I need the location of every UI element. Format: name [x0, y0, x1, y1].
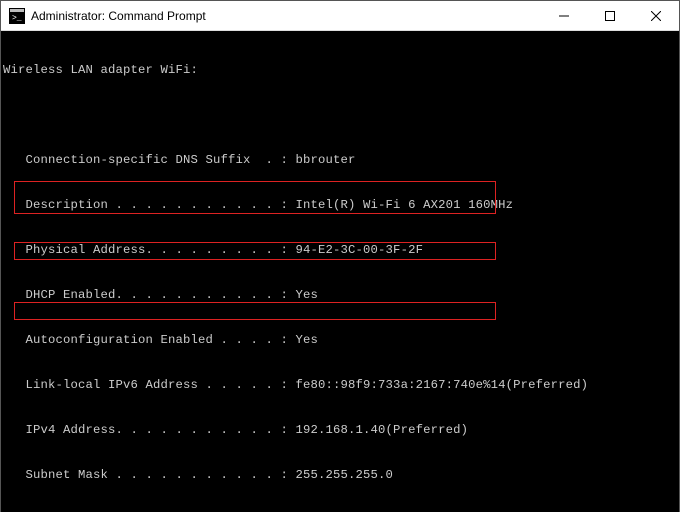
console-output[interactable]: Wireless LAN adapter WiFi: Connection-sp… — [1, 31, 679, 512]
minimize-button[interactable] — [541, 1, 587, 31]
output-line: IPv4 Address. . . . . . . . . . . : 192.… — [3, 423, 679, 438]
output-line: DHCP Enabled. . . . . . . . . . . : Yes — [3, 288, 679, 303]
output-line — [3, 108, 679, 123]
close-button[interactable] — [633, 1, 679, 31]
svg-text:>_: >_ — [12, 14, 22, 23]
highlight-box — [14, 302, 496, 320]
cmd-icon: >_ — [9, 8, 25, 24]
output-line: Connection-specific DNS Suffix . : bbrou… — [3, 153, 679, 168]
output-line: Description . . . . . . . . . . . : Inte… — [3, 198, 679, 213]
output-line: Autoconfiguration Enabled . . . . : Yes — [3, 333, 679, 348]
titlebar[interactable]: >_ Administrator: Command Prompt — [1, 1, 679, 31]
output-line: Wireless LAN adapter WiFi: — [3, 63, 679, 78]
window-title: Administrator: Command Prompt — [31, 9, 206, 23]
output-line: Subnet Mask . . . . . . . . . . . : 255.… — [3, 468, 679, 483]
window-frame: >_ Administrator: Command Prompt Wireles… — [0, 0, 680, 512]
output-line: Link-local IPv6 Address . . . . . : fe80… — [3, 378, 679, 393]
output-line: Physical Address. . . . . . . . . : 94-E… — [3, 243, 679, 258]
maximize-button[interactable] — [587, 1, 633, 31]
